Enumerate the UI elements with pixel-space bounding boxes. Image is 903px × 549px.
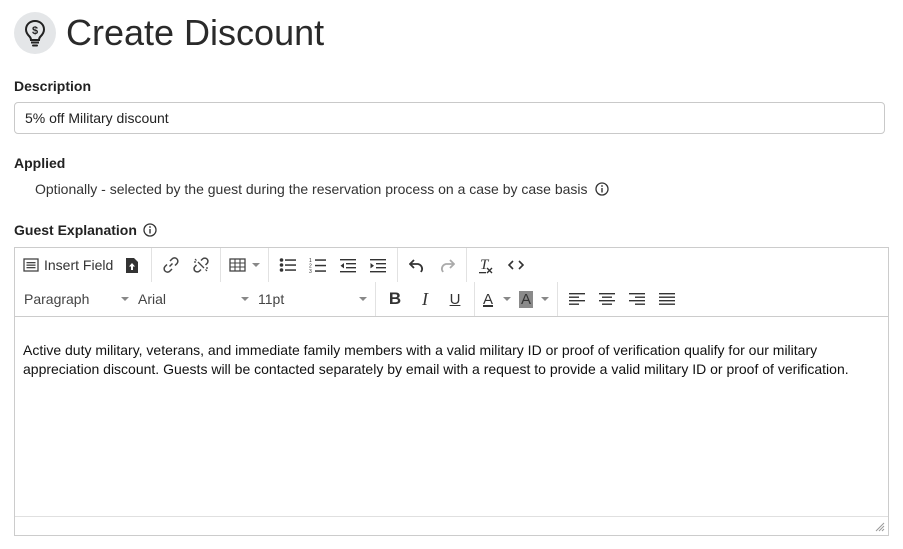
rich-text-editor: Insert Field 1 2 3 T Paragraph Arial 11p… (14, 247, 889, 536)
description-input[interactable] (14, 102, 885, 134)
clear-formatting-button[interactable]: T (471, 251, 501, 279)
underline-button[interactable]: U (440, 285, 470, 313)
align-right-button[interactable] (622, 285, 652, 313)
info-icon[interactable] (594, 182, 609, 196)
chevron-down-icon (503, 297, 512, 301)
align-left-button[interactable] (562, 285, 592, 313)
text-style-group: Paragraph Arial 11pt (15, 282, 376, 316)
alignment-group (558, 282, 686, 316)
source-code-button[interactable] (501, 251, 531, 279)
unlink-icon (193, 257, 209, 273)
file-upload-icon (126, 257, 139, 273)
insert-group: Insert Field (15, 248, 153, 282)
chevron-down-icon (541, 297, 550, 301)
indent-icon (370, 258, 387, 272)
align-justify-button[interactable] (652, 285, 682, 313)
guest-explanation-label-row: Guest Explanation (14, 222, 157, 238)
indent-button[interactable] (363, 251, 393, 279)
bold-button[interactable]: B (380, 285, 410, 313)
align-left-icon (569, 293, 586, 305)
resize-handle-icon[interactable] (875, 522, 885, 532)
insert-field-button[interactable]: Insert Field (19, 251, 117, 279)
lightbulb-dollar-icon: $ (14, 12, 56, 54)
italic-icon: I (422, 288, 428, 309)
table-button[interactable] (225, 251, 264, 279)
editor-content[interactable]: Active duty military, veterans, and imme… (23, 341, 878, 379)
chevron-down-icon (359, 297, 367, 301)
format-group: T (467, 248, 535, 282)
toolbar-row-2: Paragraph Arial 11pt B I U A A (15, 282, 888, 316)
applied-label: Applied (14, 155, 66, 171)
undo-button[interactable] (402, 251, 432, 279)
outdent-button[interactable] (333, 251, 363, 279)
align-justify-icon (659, 293, 676, 305)
table-group (221, 248, 270, 282)
link-group (152, 248, 222, 282)
page-header: $ Create Discount (14, 12, 324, 54)
chevron-down-icon (241, 297, 249, 301)
emphasis-group: B I U (376, 282, 475, 316)
toolbar-row-1: Insert Field 1 2 3 T (15, 248, 888, 282)
list-group: 1 2 3 (269, 248, 399, 282)
insert-link-button[interactable] (156, 251, 186, 279)
italic-button[interactable]: I (410, 285, 440, 313)
page-title: Create Discount (66, 12, 325, 53)
applied-value: Optionally - selected by the guest durin… (35, 181, 609, 197)
applied-text: Optionally - selected by the guest durin… (35, 181, 588, 197)
editor-status-bar (15, 516, 888, 535)
font-family-value: Arial (138, 291, 167, 307)
svg-text:3: 3 (309, 269, 312, 274)
toolbar-divider (15, 316, 888, 317)
chevron-down-icon (121, 297, 129, 301)
block-format-value: Paragraph (24, 291, 90, 307)
list-box-icon (23, 258, 39, 272)
numbered-list-button[interactable]: 1 2 3 (303, 251, 333, 279)
numbered-list-icon: 1 2 3 (309, 258, 327, 274)
underline-icon: U (449, 290, 461, 308)
info-icon[interactable] (143, 223, 157, 237)
description-label: Description (14, 78, 92, 94)
bullet-list-icon (279, 258, 297, 272)
chevron-down-icon (252, 263, 261, 267)
font-family-select[interactable]: Arial (133, 285, 253, 313)
redo-button[interactable] (432, 251, 462, 279)
text-color-button[interactable]: A (479, 285, 515, 313)
link-icon (163, 257, 179, 273)
outdent-icon (340, 258, 357, 272)
table-icon (229, 258, 246, 272)
undo-icon (409, 259, 424, 273)
font-size-value: 11pt (258, 291, 285, 307)
block-format-select[interactable]: Paragraph (19, 285, 133, 313)
align-center-icon (599, 293, 616, 305)
history-group (398, 248, 468, 282)
color-group: A A (475, 282, 559, 316)
svg-text:$: $ (32, 25, 38, 37)
font-size-select[interactable]: 11pt (253, 285, 371, 313)
background-color-icon: A (519, 290, 534, 308)
redo-icon (441, 259, 456, 273)
guest-explanation-label: Guest Explanation (14, 222, 137, 238)
insert-field-label: Insert Field (44, 257, 114, 273)
align-right-icon (629, 293, 646, 305)
code-icon (508, 260, 525, 270)
insert-file-button[interactable] (117, 251, 147, 279)
bullet-list-button[interactable] (273, 251, 303, 279)
text-color-icon: A (483, 290, 494, 308)
bold-icon: B (388, 289, 402, 308)
align-center-button[interactable] (592, 285, 622, 313)
remove-link-button[interactable] (186, 251, 216, 279)
clear-formatting-icon: T (478, 257, 493, 274)
background-color-button[interactable]: A (515, 285, 553, 313)
